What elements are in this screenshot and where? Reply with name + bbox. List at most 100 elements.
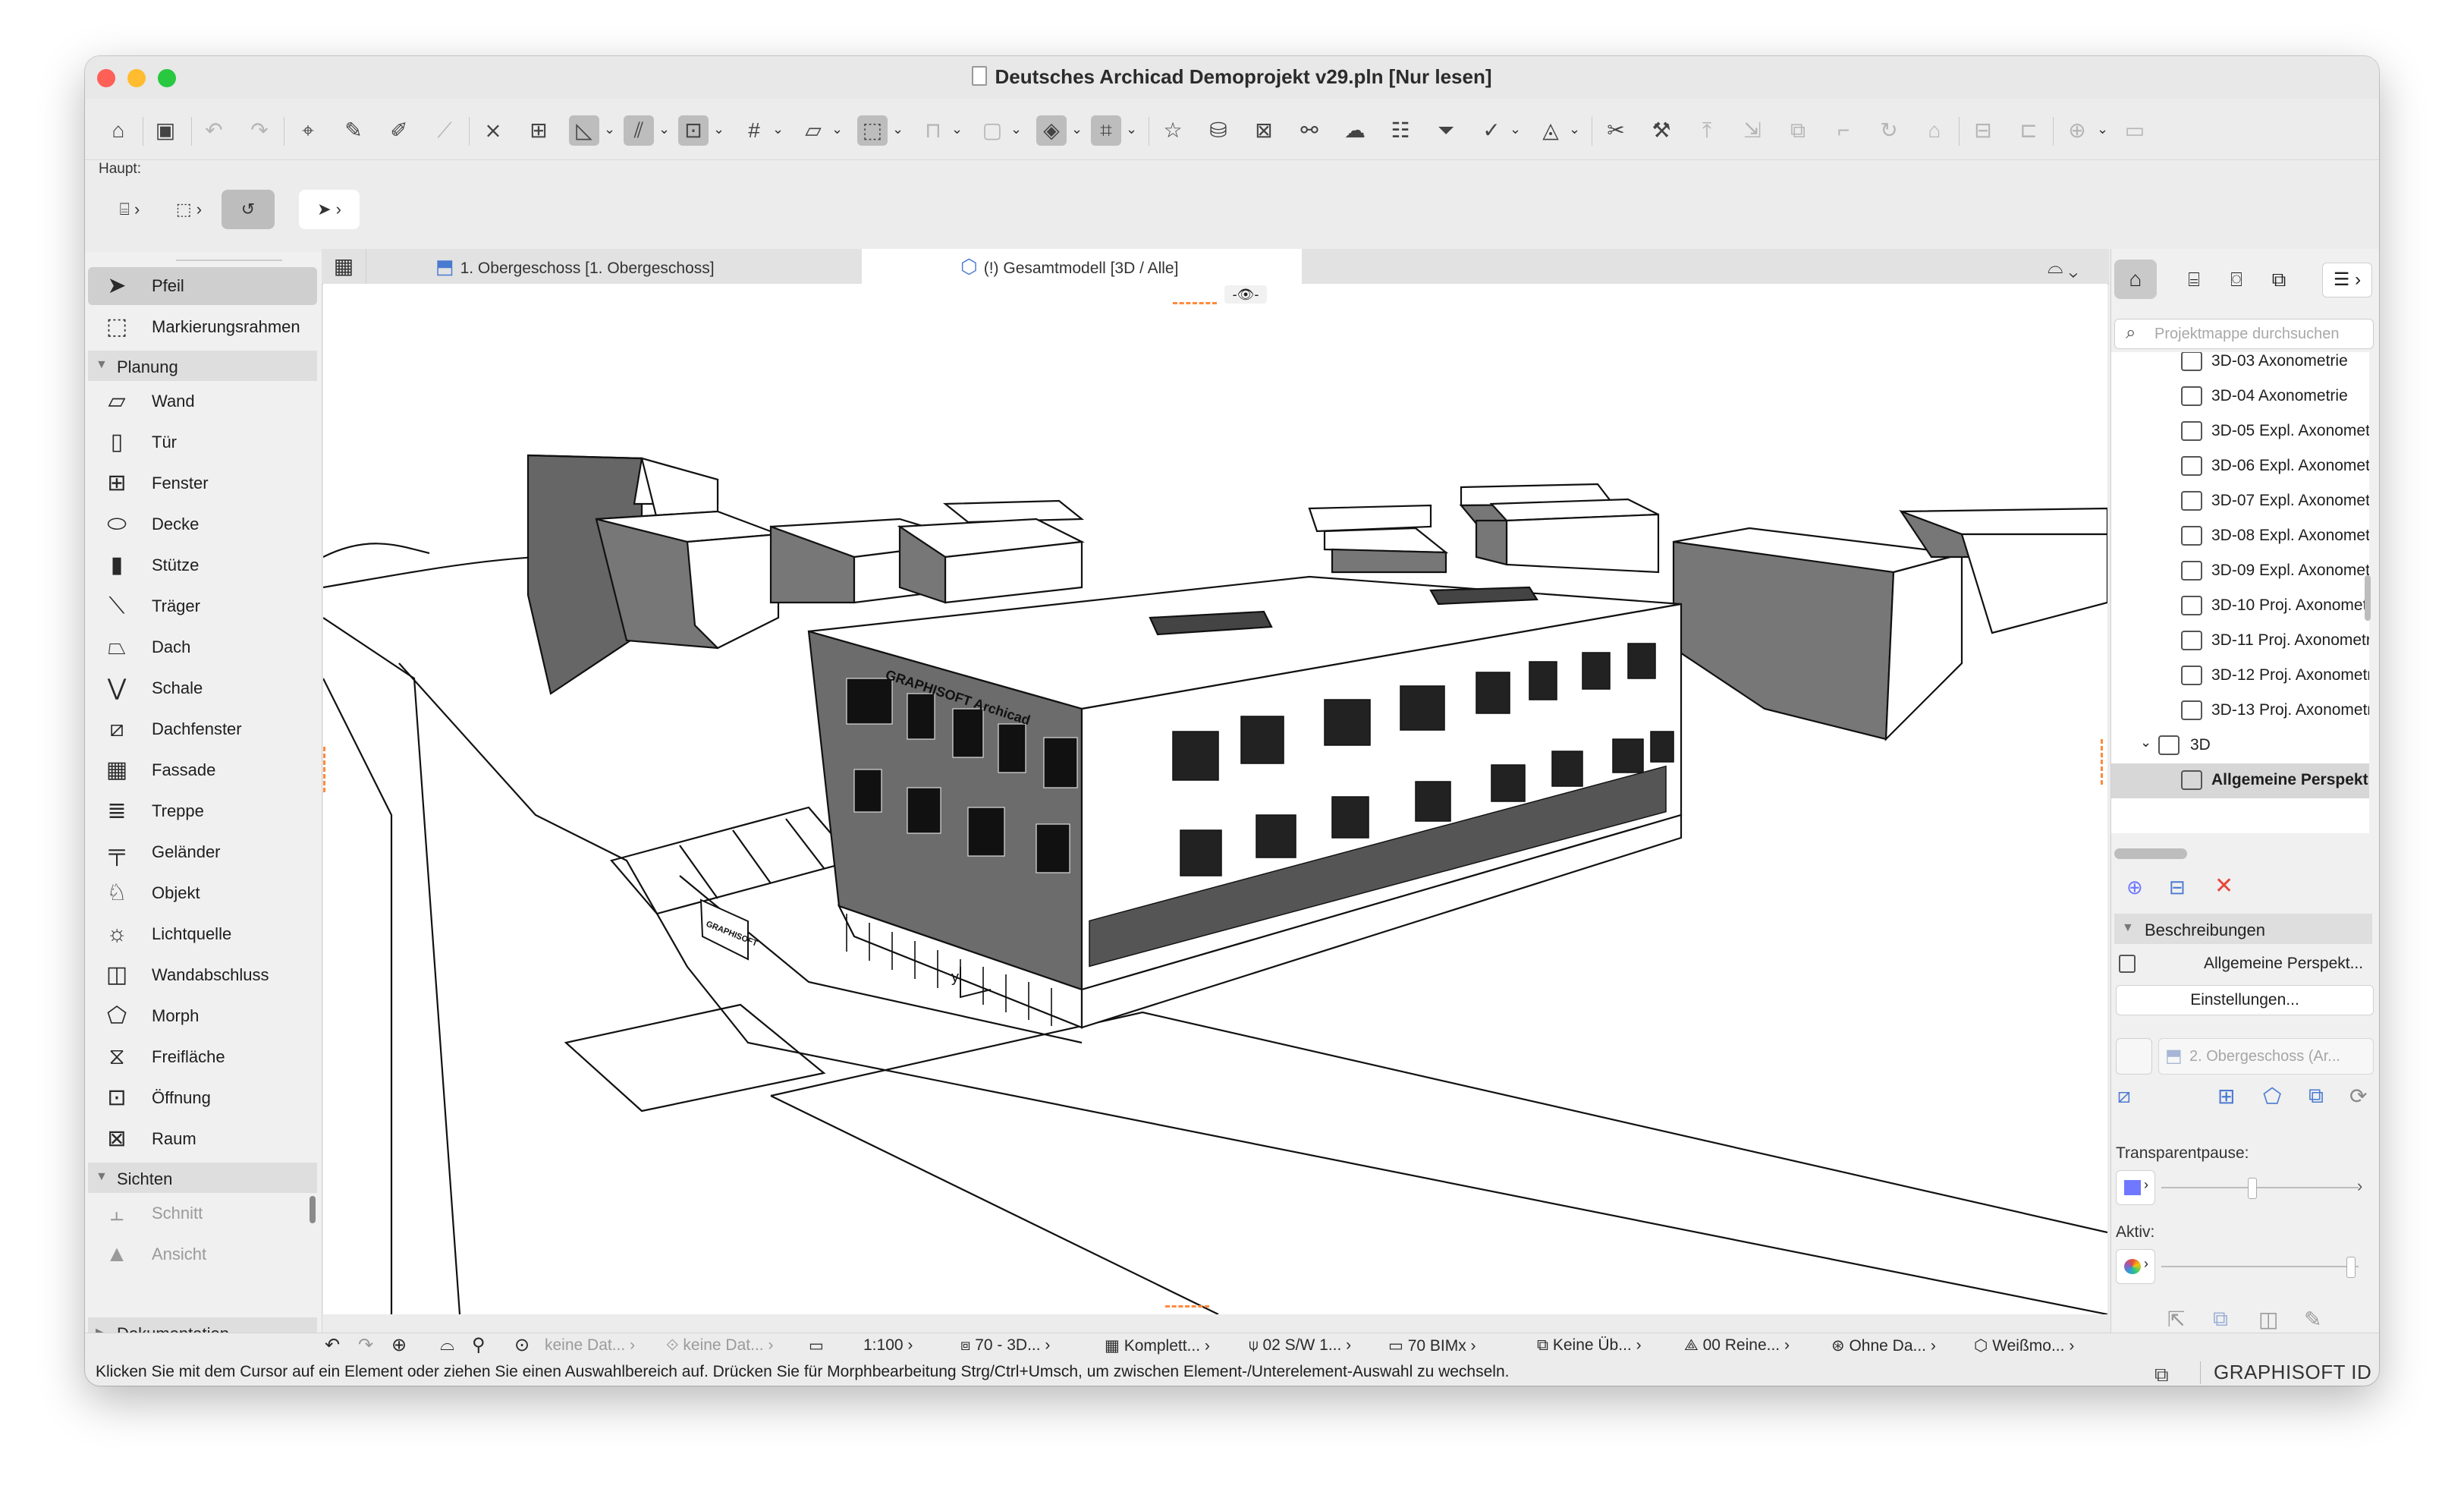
active-color-picker[interactable]: › [2116, 1249, 2155, 1284]
ruler-snap-icon[interactable]: ◺ [569, 115, 599, 146]
tool-stuetze[interactable]: ▮ Stütze [88, 546, 317, 584]
copy-icon[interactable]: ⧉ [1783, 115, 1813, 146]
shape-tool-icon[interactable]: ⬠ [2263, 1084, 2281, 1109]
tree-item[interactable]: 3D-03 Axonometrie [2111, 352, 2369, 379]
tool-gelaender[interactable]: ╤ Geländer [88, 833, 317, 871]
tool-wand[interactable]: ▱ Wand [88, 382, 317, 420]
tab-overview-grid[interactable]: ▦ [322, 249, 366, 284]
pen-set-icon[interactable]: ⟐ keine Dat... › [666, 1336, 773, 1355]
pointer-icon[interactable]: ⇱ [2167, 1307, 2185, 1332]
refresh-icon[interactable]: ⟳ [2349, 1084, 2367, 1109]
scale-value[interactable]: 1:100 › [863, 1336, 913, 1355]
publisher-icon[interactable]: ⧉ [2260, 260, 2298, 299]
copy-view-icon[interactable]: ⧉ [2308, 1084, 2324, 1109]
project-map-icon[interactable]: ⌂ [2114, 260, 2157, 299]
tool-treppe[interactable]: ≣ Treppe [88, 792, 317, 830]
chevron-down-icon[interactable]: ⌄ [1569, 121, 1580, 137]
chevron-down-icon[interactable]: ⌄ [951, 121, 963, 137]
fit-view-icon[interactable]: ⧄ [2117, 1084, 2131, 1109]
wand-icon[interactable]: ⚒ [1646, 115, 1677, 146]
pen-set-2-field[interactable]: ⍦ 02 S/W 1... › [1249, 1336, 1351, 1355]
tool-tuer[interactable]: ▯ Tür [88, 423, 317, 461]
tree-item[interactable]: 3D-09 Expl. Axonometrie [2111, 554, 2369, 589]
resize-icon[interactable]: ⇲ [1737, 115, 1768, 146]
toolbox-scrollbar[interactable] [310, 1196, 316, 1223]
chevron-down-icon[interactable]: ⌄ [772, 121, 784, 137]
edit-icon[interactable]: ✎ [2304, 1307, 2321, 1332]
chevron-down-icon[interactable]: ⌄ [713, 121, 724, 137]
3d-model-drawing[interactable]: GRAPHISOFT Archicad GRAPHISOFT y [323, 284, 2107, 1314]
tool-ansicht[interactable]: ▲ Ansicht [88, 1235, 317, 1273]
corner-icon[interactable]: ⌐ [1828, 115, 1859, 146]
render-icon[interactable]: ⛁ [1203, 115, 1234, 146]
roof-icon[interactable]: ⌂ [1919, 115, 1950, 146]
guide-lines-icon[interactable]: ⫽ [624, 115, 654, 146]
tab-3d-model[interactable]: ⬡ (!) Gesamtmodell [3D / Alle] [862, 249, 1302, 284]
elevate-icon[interactable]: ⤒ [1692, 115, 1722, 146]
tree-vscrollbar[interactable] [2365, 575, 2371, 621]
settings-icon[interactable]: ⊟ [2169, 876, 2186, 899]
tree-item[interactable]: 3D-08 Expl. Axonometrie [2111, 519, 2369, 554]
3d-viewport[interactable]: GRAPHISOFT Archicad GRAPHISOFT y -👁- [323, 284, 2107, 1314]
chevron-down-icon[interactable]: ⌄ [1510, 121, 1521, 137]
tool-objekt[interactable]: ♘ Objekt [88, 874, 317, 912]
rotate-view-icon[interactable]: ↺ [222, 190, 275, 229]
pipette-icon[interactable]: ✎ [338, 115, 369, 146]
tool-decke[interactable]: ⬭ Decke [88, 505, 317, 543]
dimension-icon[interactable]: ⊏ [2013, 115, 2044, 146]
story-field[interactable]: ⬒ 2. Obergeschoss (Ar... [2158, 1038, 2374, 1075]
active-slider[interactable] [2161, 1266, 2359, 1267]
find-select-icon[interactable]: ⌖ [293, 115, 323, 146]
zoom-to-fit-icon[interactable]: ⊙ [514, 1334, 530, 1356]
chevron-down-icon[interactable]: ⌄ [2097, 121, 2108, 137]
arrow-pointer-icon[interactable]: ➤ › [299, 190, 360, 229]
3d-navigate-icon[interactable]: ◈ [1036, 115, 1067, 146]
tool-dach[interactable]: ⏢ Dach [88, 628, 317, 666]
tree-hscrollbar[interactable] [2114, 848, 2187, 859]
selection-box-icon[interactable]: ⬚ [857, 115, 888, 146]
syringe-icon[interactable]: ✐ [384, 115, 414, 146]
layer-set-field[interactable]: keine Dat... › [545, 1336, 635, 1355]
settings-button[interactable]: Einstellungen... [2116, 985, 2374, 1015]
group-planung[interactable]: ▼ Planung [88, 351, 317, 381]
shape-icon[interactable]: ◬ [1535, 115, 1566, 146]
add-element-icon[interactable]: ⊞ [2217, 1084, 2235, 1109]
lock-icon[interactable]: ⊓ [918, 115, 948, 146]
tool-wandabschluss[interactable]: ◫ Wandabschluss [88, 956, 317, 994]
tree-item-selected[interactable]: Allgemeine Perspektive [2111, 763, 2369, 798]
marquee-3d-icon[interactable]: ⌗ [1091, 115, 1121, 146]
measure-icon[interactable]: ⊞ [523, 115, 554, 146]
drag-handle[interactable] [176, 260, 282, 261]
tool-freiflaeche[interactable]: ⧖ Freifläche [88, 1038, 317, 1076]
navigator-menu-icon[interactable]: ☰ › [2322, 263, 2372, 297]
xy-coordinates-icon[interactable]: ⊡ [678, 115, 709, 146]
copy-icon[interactable]: ⧉ [2213, 1307, 2228, 1332]
tree-item[interactable]: 3D-07 Expl. Axonometrie [2111, 484, 2369, 519]
tool-traeger[interactable]: ⟍ Träger [88, 587, 317, 625]
tree-item[interactable]: 3D-06 Expl. Axonometrie [2111, 449, 2369, 484]
chevron-down-icon[interactable]: ⌄ [1126, 121, 1137, 137]
pen-icon[interactable]: ▢ [977, 115, 1007, 146]
active-slider-handle[interactable] [2346, 1257, 2356, 1278]
chevron-down-icon[interactable]: ⌄ [658, 121, 670, 137]
navigator-search-input[interactable]: ⌕ Projektmappe durchsuchen [2114, 319, 2374, 349]
book-icon[interactable]: ◫ [2258, 1307, 2278, 1332]
arrange-icon[interactable]: ⊕ [2062, 115, 2092, 146]
favorite-icon[interactable]: ☆ [1158, 115, 1188, 146]
tool-lichtquelle[interactable]: ☼ Lichtquelle [88, 915, 317, 953]
add-icon[interactable]: ⊕ [2126, 876, 2143, 899]
transparency-slider-handle[interactable] [2248, 1178, 2257, 1199]
intersect-icon[interactable]: ⨯ [478, 115, 508, 146]
home-icon[interactable]: ⌂ [103, 115, 134, 146]
structure-field[interactable]: ⊛ Ohne Da... › [1831, 1336, 1936, 1355]
window-layout-icon[interactable]: ⧉ [2154, 1363, 2169, 1386]
tree-item[interactable]: 3D-12 Proj. Axonometrie [2111, 659, 2369, 694]
tool-fenster[interactable]: ⊞ Fenster [88, 464, 317, 502]
view-options-icon[interactable]: ⌓ ⌄ [2029, 249, 2097, 284]
cloud-icon[interactable]: ☁ [1340, 115, 1370, 146]
tool-markierungsrahmen[interactable]: ⬚ Markierungsrahmen [88, 308, 317, 346]
marquee-method-icon[interactable]: ⬚ › [162, 190, 215, 229]
model-view-field[interactable]: ▦ Komplett... › [1105, 1336, 1210, 1355]
chevron-right-icon[interactable]: › [2357, 1176, 2362, 1196]
save-icon[interactable]: ▣ [150, 115, 181, 146]
